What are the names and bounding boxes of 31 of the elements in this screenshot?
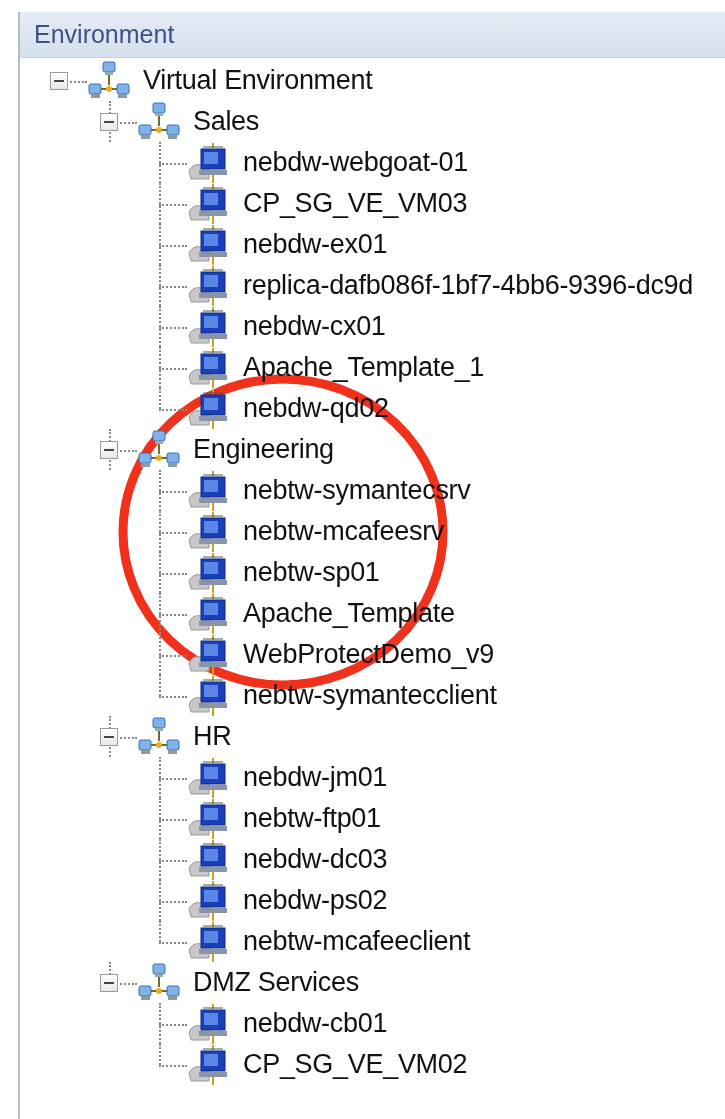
network-icon (137, 716, 181, 757)
tree-item[interactable]: replica-dafb086f-1bf7-4bb6-9396-dc9d (241, 270, 696, 301)
tree-item[interactable]: DMZ Services (191, 967, 361, 998)
tree-item[interactable]: nebdw-webgoat-01 (241, 147, 470, 178)
collapse-toggle[interactable] (100, 441, 118, 459)
collapse-toggle[interactable] (50, 72, 68, 90)
tree-item[interactable]: nebtw-mcafeeclient (241, 926, 473, 957)
network-icon (137, 101, 181, 142)
tree-item[interactable]: nebtw-sp01 (241, 557, 382, 588)
tree-item[interactable]: nebtw-ftp01 (241, 803, 383, 834)
tree-item[interactable]: HR (191, 721, 234, 752)
tree-item[interactable]: nebdw-ps02 (241, 885, 390, 916)
tree-item[interactable]: nebdw-dc03 (241, 844, 390, 875)
tree-item[interactable]: Apache_Template_1 (241, 352, 487, 383)
tree-item[interactable]: nebdw-ex01 (241, 229, 390, 260)
tree-item[interactable]: CP_SG_VE_VM03 (241, 188, 470, 219)
collapse-toggle[interactable] (100, 113, 118, 131)
collapse-toggle[interactable] (100, 728, 118, 746)
collapse-toggle[interactable] (100, 974, 118, 992)
network-icon (87, 60, 131, 101)
network-icon (137, 429, 181, 470)
tree-item[interactable]: nebdw-jm01 (241, 762, 390, 793)
tree-item[interactable]: CP_SG_VE_VM02 (241, 1049, 470, 1080)
panel-title: Environment (34, 20, 175, 49)
tree-item[interactable]: nebdw-cb01 (241, 1008, 390, 1039)
tree-item[interactable]: Engineering (191, 434, 336, 465)
tree-item[interactable]: nebdw-cx01 (241, 311, 388, 342)
tree-item[interactable]: nebtw-symantecclient (241, 680, 499, 711)
network-icon (137, 962, 181, 1003)
tree-item[interactable]: Virtual Environment (141, 65, 375, 96)
tree-item[interactable]: Sales (191, 106, 262, 137)
